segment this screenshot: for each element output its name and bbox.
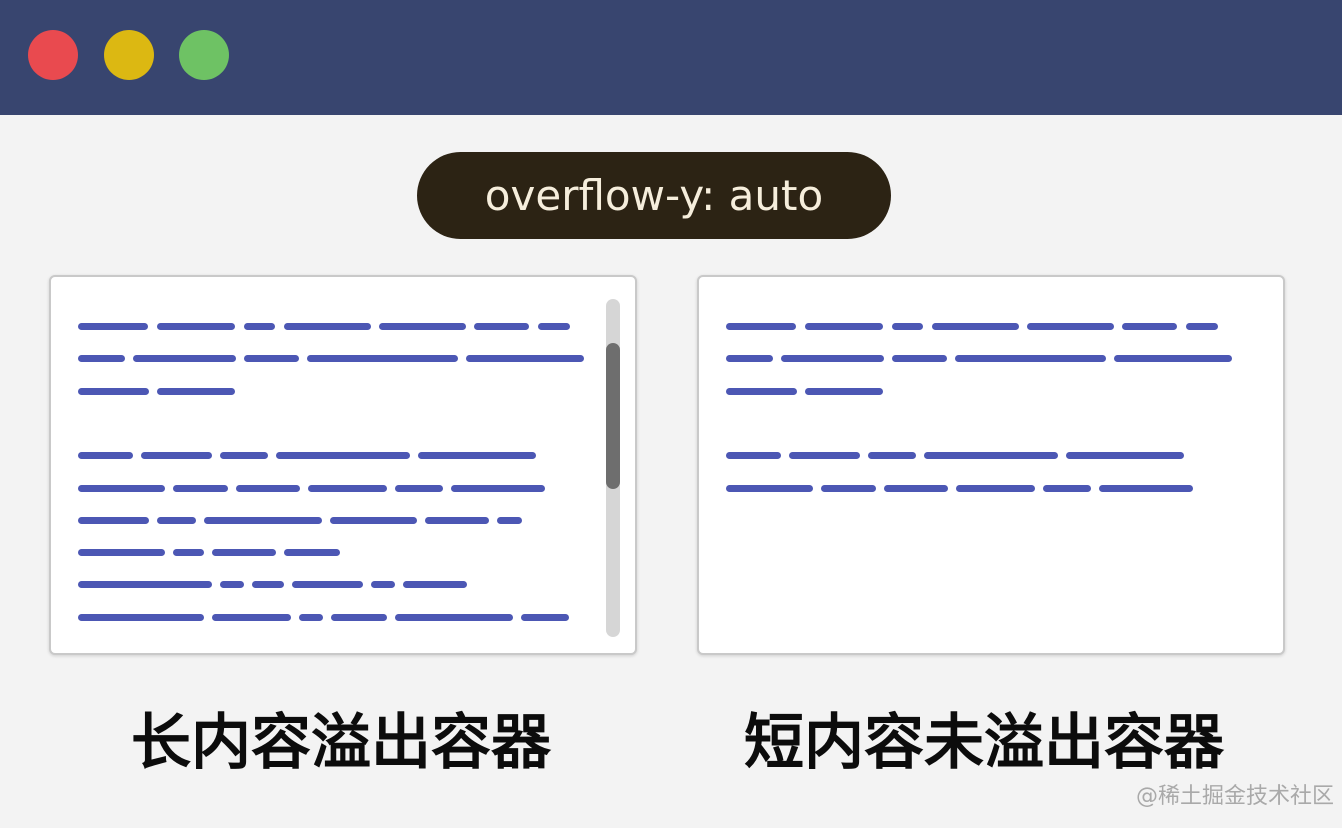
text-placeholder — [726, 388, 797, 395]
text-placeholder — [220, 581, 244, 588]
text-placeholder — [956, 485, 1035, 492]
text-placeholder — [78, 614, 204, 621]
text-placeholder — [284, 323, 371, 330]
text-placeholder — [308, 485, 387, 492]
text-placeholder — [805, 323, 883, 330]
text-placeholder — [78, 549, 165, 556]
text-placeholder — [781, 355, 884, 362]
minimize-window-icon[interactable] — [104, 30, 154, 80]
text-placeholder — [78, 323, 148, 330]
text-placeholder — [78, 452, 133, 459]
text-placeholder — [892, 355, 947, 362]
text-placeholder — [212, 614, 291, 621]
text-placeholder — [425, 517, 489, 524]
scrollbar-thumb[interactable] — [606, 343, 620, 489]
text-placeholder — [403, 581, 467, 588]
long-content-caption: 长内容溢出容器 — [131, 708, 551, 778]
text-placeholder — [892, 323, 923, 330]
text-placeholder — [497, 517, 522, 524]
text-placeholder — [726, 323, 796, 330]
text-placeholder — [157, 517, 196, 524]
text-placeholder — [395, 614, 513, 621]
text-placeholder — [78, 517, 149, 524]
text-placeholder — [78, 581, 212, 588]
text-placeholder — [244, 323, 275, 330]
text-placeholder — [955, 355, 1106, 362]
text-placeholder — [466, 355, 584, 362]
text-placeholder — [1186, 323, 1218, 330]
text-placeholder — [284, 549, 340, 556]
text-placeholder — [1043, 485, 1091, 492]
text-placeholder — [821, 485, 876, 492]
text-placeholder — [78, 485, 165, 492]
text-placeholder — [236, 485, 300, 492]
text-placeholder — [805, 388, 883, 395]
text-placeholder — [1066, 452, 1184, 459]
text-placeholder — [299, 614, 323, 621]
text-placeholder — [379, 323, 466, 330]
close-window-icon[interactable] — [28, 30, 78, 80]
text-placeholder — [78, 388, 149, 395]
text-placeholder — [538, 323, 570, 330]
text-placeholder — [157, 388, 235, 395]
text-placeholder — [521, 614, 569, 621]
short-content-panel — [697, 275, 1285, 655]
text-placeholder — [1122, 323, 1177, 330]
text-placeholder — [868, 452, 916, 459]
text-placeholder — [789, 452, 860, 459]
long-content-panel[interactable] — [49, 275, 637, 655]
text-placeholder — [220, 452, 268, 459]
text-placeholder — [924, 452, 1058, 459]
text-placeholder — [133, 355, 236, 362]
text-placeholder — [292, 581, 363, 588]
text-placeholder — [141, 452, 212, 459]
text-placeholder — [1114, 355, 1232, 362]
text-placeholder — [1099, 485, 1193, 492]
text-placeholder — [331, 614, 387, 621]
maximize-window-icon[interactable] — [179, 30, 229, 80]
text-placeholder — [371, 581, 395, 588]
text-placeholder — [244, 355, 299, 362]
text-placeholder — [418, 452, 536, 459]
text-placeholder — [173, 549, 204, 556]
vertical-scrollbar[interactable] — [606, 299, 620, 637]
watermark: @稀土掘金技术社区 — [1135, 784, 1334, 809]
text-placeholder — [1027, 323, 1114, 330]
text-placeholder — [330, 517, 417, 524]
overflow-badge: overflow-y: auto — [417, 152, 891, 239]
text-placeholder — [204, 517, 322, 524]
text-placeholder — [726, 485, 813, 492]
text-placeholder — [307, 355, 458, 362]
text-placeholder — [726, 452, 781, 459]
text-placeholder — [451, 485, 545, 492]
window-titlebar — [0, 0, 1342, 115]
text-placeholder — [252, 581, 284, 588]
text-placeholder — [157, 323, 235, 330]
text-placeholder — [276, 452, 410, 459]
text-placeholder — [78, 355, 125, 362]
text-placeholder — [395, 485, 443, 492]
text-placeholder — [474, 323, 529, 330]
text-placeholder — [173, 485, 228, 492]
text-placeholder — [884, 485, 948, 492]
text-placeholder — [726, 355, 773, 362]
text-placeholder — [932, 323, 1019, 330]
short-content-caption: 短内容未溢出容器 — [744, 708, 1224, 778]
text-placeholder — [212, 549, 276, 556]
